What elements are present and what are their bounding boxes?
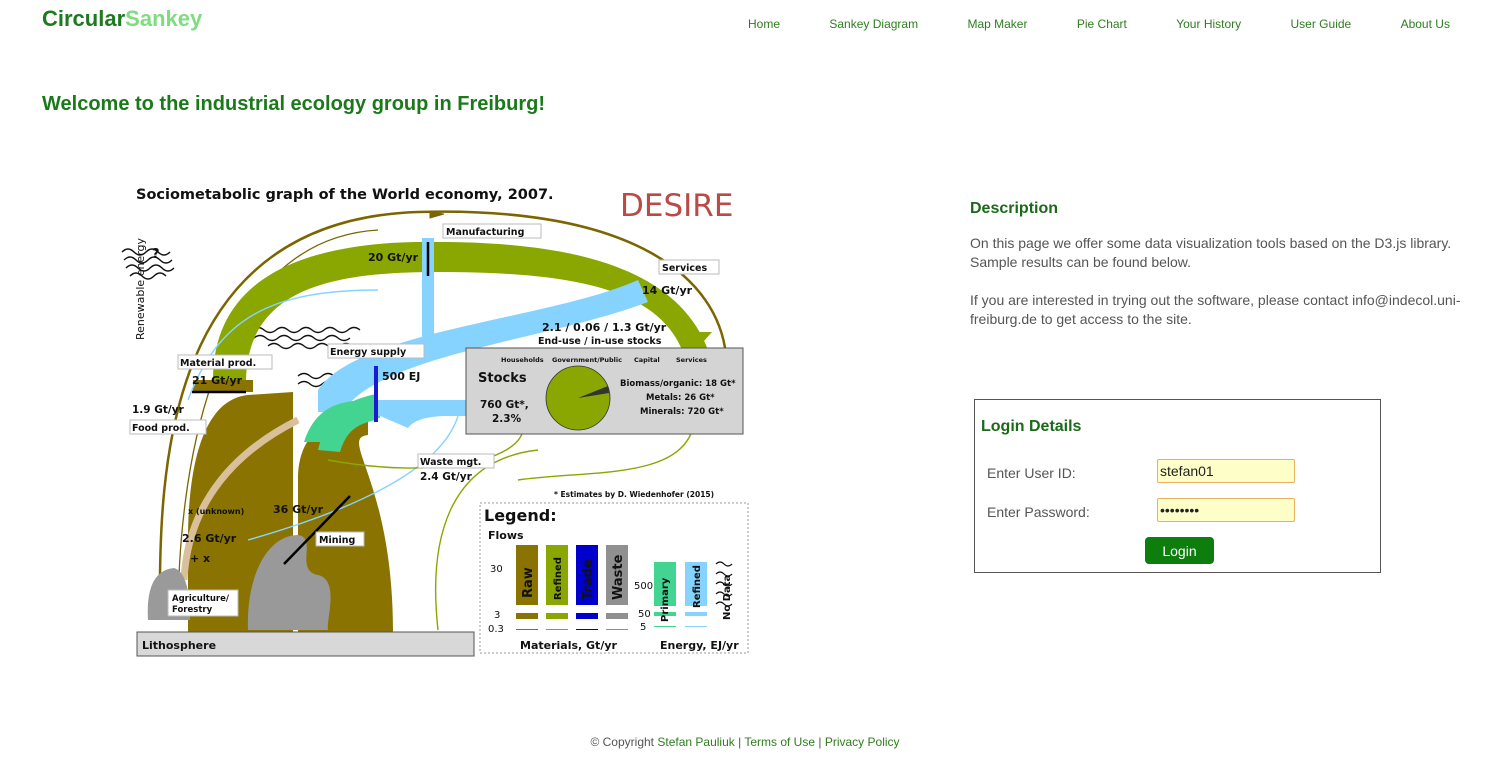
login-panel: Login Details Enter User ID: Enter Passw… <box>974 399 1381 573</box>
password-label: Enter Password: <box>987 504 1090 520</box>
material-prod-label: Material prod. <box>180 358 256 369</box>
manufacturing-value: 20 Gt/yr <box>368 251 419 264</box>
legend-energy-refined: Refined <box>692 565 703 608</box>
food-prod-value: 1.9 Gt/yr <box>132 404 185 416</box>
page-title: Welcome to the industrial ecology group … <box>42 93 545 115</box>
stock-sector-households: Households <box>501 356 544 364</box>
stocks-minerals: Minerals: 720 Gt* <box>640 407 724 417</box>
energy-tick-500: 500 <box>634 581 653 592</box>
waste-mgt-value: 2.4 Gt/yr <box>420 471 473 483</box>
material-tick-3: 3 <box>494 610 500 621</box>
legend-trade: Trade <box>581 559 596 600</box>
description-text-2: If you are interested in trying out the … <box>970 292 1461 327</box>
footer-separator: | <box>818 735 822 749</box>
energy-tick-50: 50 <box>638 609 651 620</box>
unknown-renewable-mark: ? <box>152 247 160 262</box>
login-heading: Login Details <box>981 418 1082 435</box>
footer-separator: | <box>738 735 742 749</box>
login-button[interactable]: Login <box>1145 537 1214 564</box>
sociometabolic-sankey-figure: Sociometabolic graph of the World econom… <box>121 187 749 657</box>
nav-pie-chart[interactable]: Pie Chart <box>1077 17 1127 31</box>
privacy-link[interactable]: Privacy Policy <box>825 735 900 749</box>
legend-primary: Primary <box>660 577 671 622</box>
material-tick-0-3: 0.3 <box>488 624 504 635</box>
user-id-input[interactable] <box>1157 459 1295 483</box>
brand-part-circular: Circular <box>42 6 126 31</box>
mining-value: 36 Gt/yr <box>273 503 324 516</box>
material-tick-30: 30 <box>490 564 503 575</box>
unknown-flow-label: x (unknown) <box>188 507 244 516</box>
stock-sector-capital: Capital <box>634 356 660 364</box>
legend-flows: Flows <box>488 529 524 542</box>
materials-axis-label: Materials, Gt/yr <box>520 639 618 652</box>
end-use-title: End-use / in-use stocks <box>538 336 662 347</box>
estimates-note: * Estimates by D. Wiedenhofer (2015) <box>554 490 714 499</box>
legend-no-data: No Data <box>722 575 733 620</box>
nav-map-maker[interactable]: Map Maker <box>967 17 1027 31</box>
brand-part-sankey: Sankey <box>125 6 203 31</box>
stock-sector-government: Government/Public <box>552 356 622 364</box>
energy-supply-label: Energy supply <box>330 347 407 358</box>
manufacturing-label: Manufacturing <box>446 227 524 238</box>
author-link[interactable]: Stefan Pauliuk <box>657 735 734 749</box>
agriculture-label-1: Agriculture/ <box>172 594 230 604</box>
copyright-text: © Copyright <box>590 735 655 749</box>
agriculture-value-x: + x <box>190 552 210 565</box>
end-use-values: 2.1 / 0.06 / 1.3 Gt/yr <box>542 321 667 334</box>
stocks-total: 760 Gt*, <box>480 399 529 411</box>
stock-sector-services: Services <box>676 356 707 364</box>
material-prod-value: 21 Gt/yr <box>192 374 243 387</box>
nav-your-history[interactable]: Your History <box>1176 17 1241 31</box>
legend-title: Legend: <box>484 506 557 525</box>
services-value: 14 Gt/yr <box>642 284 693 297</box>
energy-supply-bar <box>374 366 378 422</box>
legend-refined: Refined <box>553 557 564 600</box>
legend-waste: Waste <box>611 554 626 600</box>
renewable-energy-label: Renewable energy <box>134 237 147 340</box>
energy-axis-label: Energy, EJ/yr <box>660 639 739 652</box>
nav-user-guide[interactable]: User Guide <box>1291 17 1352 31</box>
agriculture-value: 2.6 Gt/yr <box>182 532 237 545</box>
energy-supply-value: 500 EJ <box>382 370 420 383</box>
waste-mgt-label: Waste mgt. <box>420 457 481 468</box>
food-prod-label: Food prod. <box>132 423 190 434</box>
mining-label: Mining <box>319 535 355 546</box>
footer: © Copyright Stefan Pauliuk | Terms of Us… <box>0 735 1490 749</box>
nav-about-us[interactable]: About Us <box>1401 17 1450 31</box>
description-panel: Description On this page we offer some d… <box>970 200 1470 329</box>
legend-raw: Raw <box>521 567 536 598</box>
nav-home[interactable]: Home <box>748 17 780 31</box>
stocks-biomass: Biomass/organic: 18 Gt* <box>620 379 736 389</box>
agriculture-label-2: Forestry <box>172 605 213 615</box>
user-id-label: Enter User ID: <box>987 465 1076 481</box>
lithosphere-label: Lithosphere <box>142 639 216 652</box>
description-heading: Description <box>970 200 1059 217</box>
stocks-share: 2.3% <box>492 413 522 425</box>
figure-title: Sociometabolic graph of the World econom… <box>136 187 554 203</box>
energy-tick-5: 5 <box>640 622 646 633</box>
brand-logo[interactable]: CircularSankey <box>42 6 202 32</box>
password-input[interactable] <box>1157 498 1295 522</box>
desire-logo: DESIRE <box>620 188 733 224</box>
stocks-title: Stocks <box>478 371 527 386</box>
main-nav: Home Sankey Diagram Map Maker Pie Chart … <box>748 17 1450 31</box>
stocks-metals: Metals: 26 Gt* <box>646 393 715 403</box>
terms-link[interactable]: Terms of Use <box>744 735 815 749</box>
services-label: Services <box>662 263 707 274</box>
nav-sankey-diagram[interactable]: Sankey Diagram <box>829 17 918 31</box>
description-text-1: On this page we offer some data visualiz… <box>970 235 1452 270</box>
